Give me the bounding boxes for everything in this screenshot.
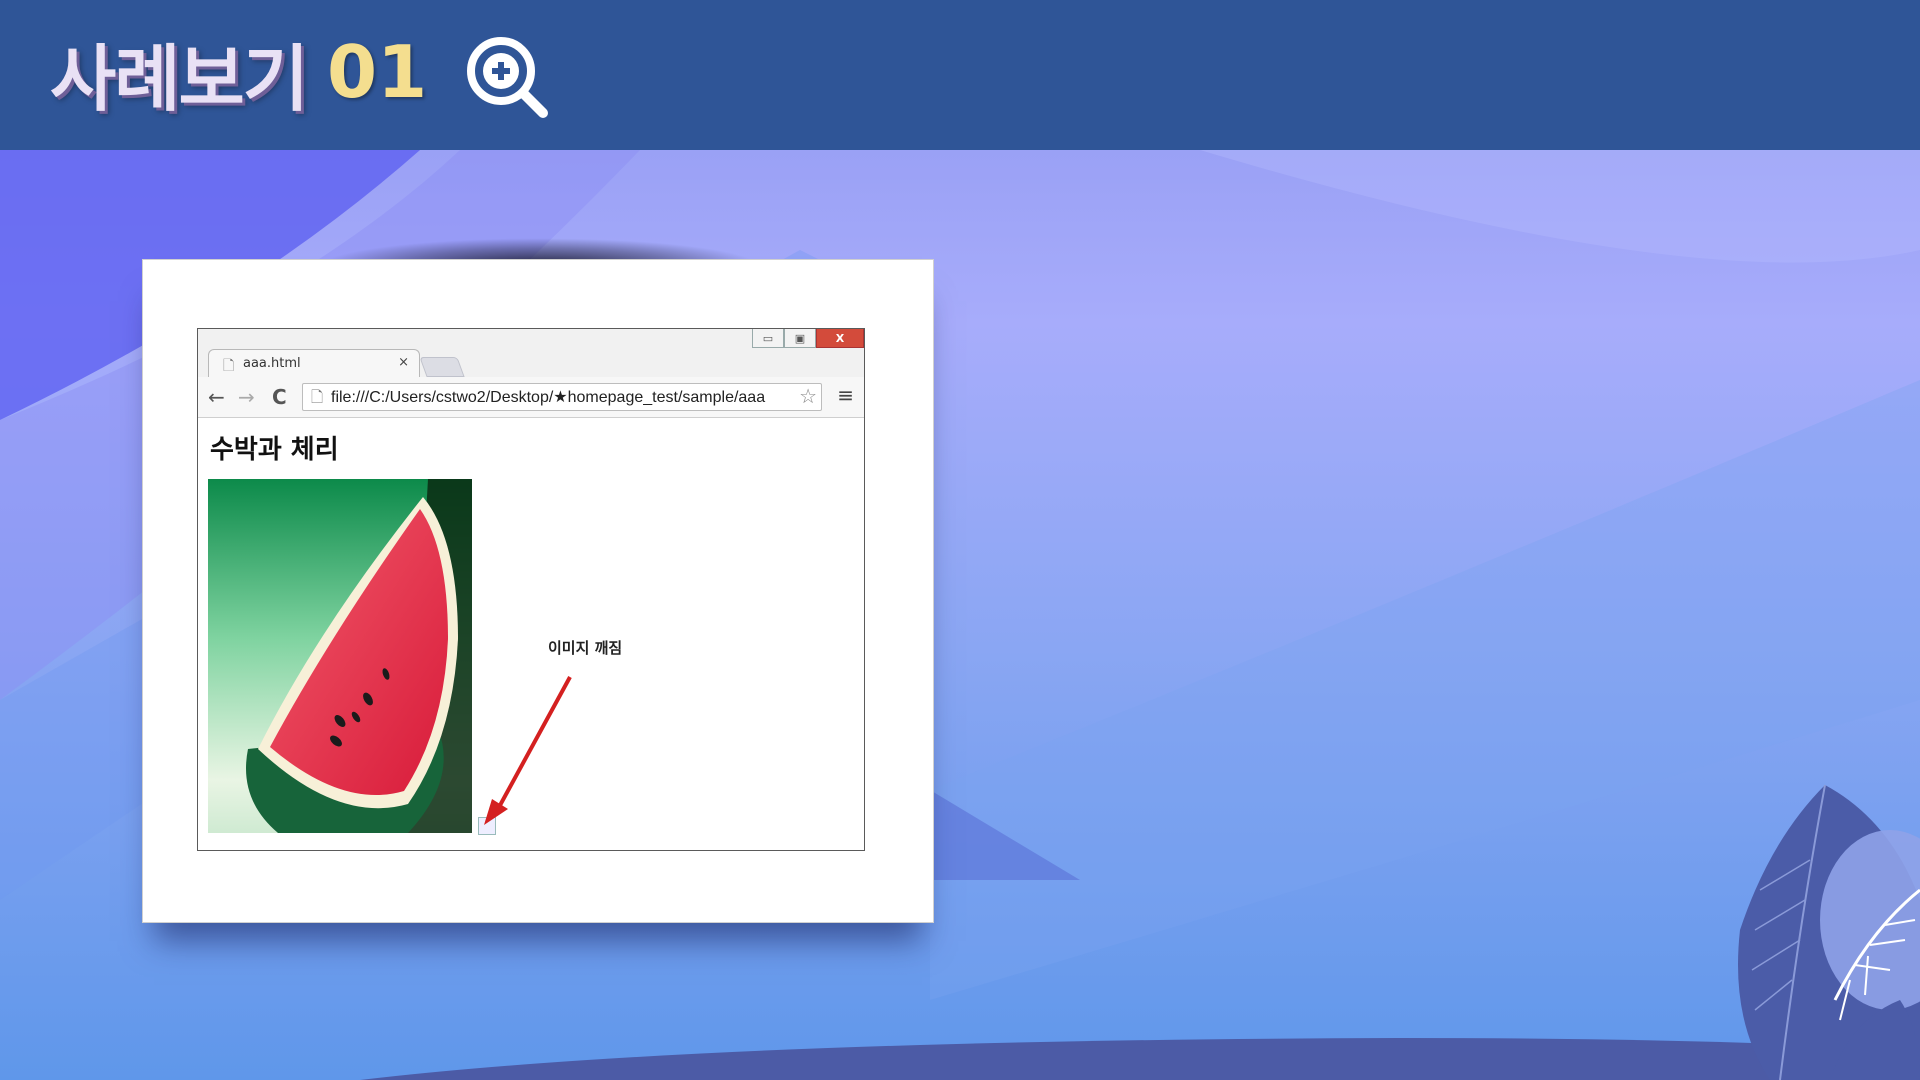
restore-button[interactable]: ▣ [784, 329, 816, 348]
browser-tab[interactable]: 🗋 aaa.html × [208, 349, 420, 378]
browser-toolbar: ← → C 🗋 file:///C:/Users/cstwo2/Desktop/… [198, 377, 864, 417]
browser-window: ▭ ▣ X 🗋 aaa.html × ← → C 🗋 file:///C:/Us… [197, 328, 865, 851]
tab-close-icon[interactable]: × [398, 355, 409, 370]
file-icon: 🗋 [223, 358, 235, 374]
window-controls: ▭ ▣ X [752, 329, 864, 348]
bookmark-star-icon[interactable]: ☆ [799, 384, 817, 409]
title-text: 사례보기 [50, 35, 309, 121]
leaf-decoration [1738, 784, 1920, 1080]
page-icon: 🗋 [311, 389, 324, 406]
address-bar[interactable]: 🗋 file:///C:/Users/cstwo2/Desktop/★homep… [302, 383, 822, 411]
menu-icon[interactable]: ≡ [837, 383, 854, 407]
close-button[interactable]: X [816, 329, 864, 348]
watermelon-image [208, 479, 472, 833]
url-text: file:///C:/Users/cstwo2/Desktop/★homepag… [331, 389, 766, 406]
reload-icon[interactable]: C [272, 385, 287, 409]
annotation-label: 이미지 깨짐 [548, 639, 623, 657]
new-tab-button[interactable] [419, 357, 465, 377]
back-icon[interactable]: ← [208, 385, 225, 409]
forward-icon[interactable]: → [238, 385, 255, 409]
browser-chrome: ▭ ▣ X 🗋 aaa.html × ← → C 🗋 file:///C:/Us… [198, 329, 864, 418]
minimize-button[interactable]: ▭ [752, 329, 784, 348]
tab-label: aaa.html [243, 356, 301, 371]
screenshot-card: ▭ ▣ X 🗋 aaa.html × ← → C 🗋 file:///C:/Us… [142, 259, 934, 923]
bottom-wave [360, 1038, 1920, 1080]
arrow-icon [484, 676, 572, 825]
zoom-in-icon [467, 37, 548, 118]
title-number: 01 [326, 30, 428, 114]
slide-title: 사례보기 01 [50, 22, 427, 122]
page-heading: 수박과 체리 [210, 435, 339, 465]
